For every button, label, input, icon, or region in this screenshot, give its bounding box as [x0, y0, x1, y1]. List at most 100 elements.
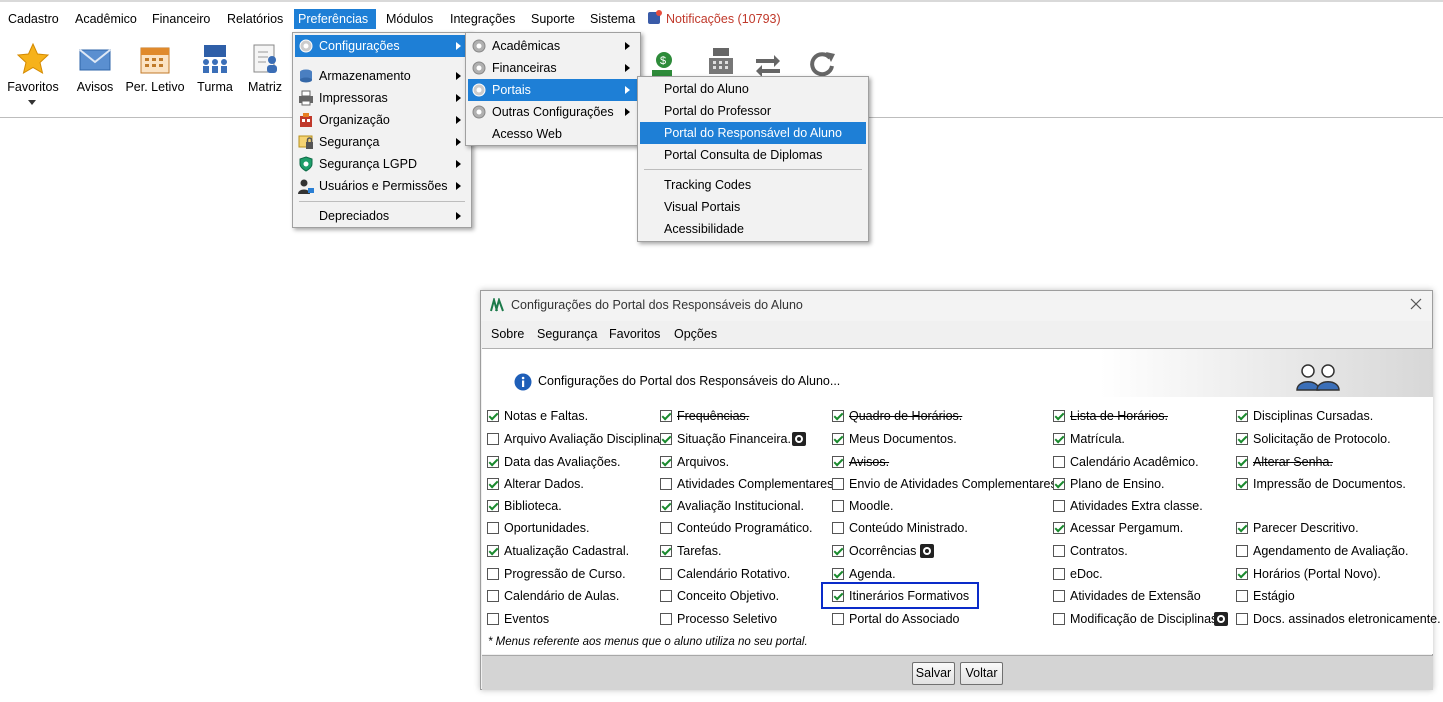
- checkbox-checked-icon[interactable]: [832, 568, 844, 580]
- menu-item-visual-portais[interactable]: Visual Portais: [640, 196, 866, 218]
- option-checkbox[interactable]: Atividades Complementares.: [660, 475, 837, 493]
- option-checkbox[interactable]: Docs. assinados eletronicamente.: [1236, 610, 1441, 628]
- option-checkbox[interactable]: Agendamento de Avaliação.: [1236, 542, 1408, 560]
- checkbox-unchecked-icon[interactable]: [487, 590, 499, 602]
- checkbox-checked-icon[interactable]: [832, 456, 844, 468]
- dialog-menu-sobre[interactable]: Sobre: [491, 327, 524, 341]
- option-checkbox[interactable]: Plano de Ensino.: [1053, 475, 1165, 493]
- checkbox-unchecked-icon[interactable]: [1053, 590, 1065, 602]
- transfer-arrows-icon[interactable]: [754, 52, 782, 77]
- menu-item-seguranca[interactable]: Segurança: [295, 131, 469, 153]
- menu-item-portal-aluno[interactable]: Portal do Aluno: [640, 78, 866, 100]
- option-checkbox[interactable]: Horários (Portal Novo).: [1236, 565, 1381, 583]
- option-checkbox[interactable]: Atividades Extra classe.: [1053, 497, 1203, 515]
- option-checkbox[interactable]: Atividades de Extensão: [1053, 587, 1201, 605]
- dialog-menu-opcoes[interactable]: Opções: [674, 327, 717, 341]
- menu-item-usuarios-permissoes[interactable]: Usuários e Permissões: [295, 175, 469, 197]
- option-checkbox[interactable]: Lista de Horários.: [1053, 407, 1168, 425]
- checkbox-checked-icon[interactable]: [660, 545, 672, 557]
- option-checkbox[interactable]: Oportunidades.: [487, 519, 589, 537]
- option-checkbox[interactable]: Quadro de Horários.: [832, 407, 962, 425]
- option-checkbox[interactable]: Calendário Acadêmico.: [1053, 453, 1199, 471]
- option-checkbox[interactable]: eDoc.: [1053, 565, 1103, 583]
- checkbox-checked-icon[interactable]: [1236, 478, 1248, 490]
- option-checkbox[interactable]: Processo Seletivo: [660, 610, 777, 628]
- favoritos-button[interactable]: Favoritos: [6, 42, 60, 109]
- gear-icon[interactable]: [920, 544, 934, 558]
- checkbox-unchecked-icon[interactable]: [1053, 613, 1065, 625]
- option-checkbox[interactable]: Eventos: [487, 610, 549, 628]
- checkbox-unchecked-icon[interactable]: [1236, 545, 1248, 557]
- menu-item-outras-configuracoes[interactable]: Outras Configurações: [468, 101, 638, 123]
- back-button[interactable]: Voltar: [960, 662, 1003, 685]
- notifications-link[interactable]: Notificações (10793): [648, 10, 781, 27]
- gear-icon[interactable]: [1214, 612, 1228, 626]
- checkbox-unchecked-icon[interactable]: [1236, 590, 1248, 602]
- menu-item-impressoras[interactable]: Impressoras: [295, 87, 469, 109]
- checkbox-checked-icon[interactable]: [660, 500, 672, 512]
- option-checkbox[interactable]: Agenda.: [832, 565, 896, 583]
- checkbox-checked-icon[interactable]: [832, 410, 844, 422]
- option-checkbox[interactable]: Disciplinas Cursadas.: [1236, 407, 1373, 425]
- checkbox-checked-icon[interactable]: [660, 456, 672, 468]
- menu-modulos[interactable]: Módulos: [382, 9, 437, 29]
- checkbox-unchecked-icon[interactable]: [832, 500, 844, 512]
- checkbox-checked-icon[interactable]: [1236, 410, 1248, 422]
- option-checkbox[interactable]: Frequências.: [660, 407, 749, 425]
- checkbox-unchecked-icon[interactable]: [660, 590, 672, 602]
- checkbox-unchecked-icon[interactable]: [487, 568, 499, 580]
- option-checkbox[interactable]: Notas e Faltas.: [487, 407, 588, 425]
- checkbox-unchecked-icon[interactable]: [487, 522, 499, 534]
- option-checkbox[interactable]: Moodle.: [832, 497, 893, 515]
- menu-item-portais[interactable]: Portais: [468, 79, 638, 101]
- checkbox-checked-icon[interactable]: [487, 545, 499, 557]
- menu-cadastro[interactable]: Cadastro: [4, 9, 63, 29]
- option-checkbox[interactable]: Alterar Senha.: [1236, 453, 1333, 471]
- checkbox-checked-icon[interactable]: [1053, 410, 1065, 422]
- save-button[interactable]: Salvar: [912, 662, 955, 685]
- dialog-menu-seguranca[interactable]: Segurança: [537, 327, 597, 341]
- option-checkbox[interactable]: Matrícula.: [1053, 430, 1125, 448]
- checkbox-checked-icon[interactable]: [487, 410, 499, 422]
- checkbox-checked-icon[interactable]: [832, 433, 844, 445]
- turma-button[interactable]: Turma: [194, 42, 236, 94]
- checkbox-checked-icon[interactable]: [487, 500, 499, 512]
- option-checkbox[interactable]: Situação Financeira.: [660, 430, 791, 448]
- menu-academico[interactable]: Acadêmico: [71, 9, 141, 29]
- menu-item-portal-diplomas[interactable]: Portal Consulta de Diplomas: [640, 144, 866, 166]
- option-checkbox[interactable]: Avisos.: [832, 453, 889, 471]
- option-checkbox[interactable]: Conteúdo Programático.: [660, 519, 813, 537]
- checkbox-unchecked-icon[interactable]: [1053, 568, 1065, 580]
- option-checkbox[interactable]: Arquivo Avaliação Disciplina.: [487, 430, 664, 448]
- option-checkbox[interactable]: Estágio: [1236, 587, 1295, 605]
- checkbox-checked-icon[interactable]: [1236, 456, 1248, 468]
- option-checkbox[interactable]: Parecer Descritivo.: [1236, 519, 1359, 537]
- option-checkbox[interactable]: Solicitação de Protocolo.: [1236, 430, 1391, 448]
- checkbox-checked-icon[interactable]: [660, 433, 672, 445]
- checkbox-checked-icon[interactable]: [1236, 568, 1248, 580]
- option-checkbox[interactable]: Modificação de Disciplinas: [1053, 610, 1217, 628]
- checkbox-unchecked-icon[interactable]: [1053, 545, 1065, 557]
- checkbox-unchecked-icon[interactable]: [832, 613, 844, 625]
- checkbox-unchecked-icon[interactable]: [1236, 613, 1248, 625]
- option-checkbox[interactable]: Meus Documentos.: [832, 430, 957, 448]
- cash-register-icon[interactable]: [705, 46, 737, 78]
- option-checkbox[interactable]: Calendário Rotativo.: [660, 565, 790, 583]
- checkbox-unchecked-icon[interactable]: [832, 478, 844, 490]
- checkbox-checked-icon[interactable]: [1236, 433, 1248, 445]
- menu-preferencias[interactable]: Preferências: [294, 9, 376, 29]
- menu-item-acesso-web[interactable]: Acesso Web: [468, 123, 638, 145]
- menu-financeiro[interactable]: Financeiro: [148, 9, 214, 29]
- menu-item-organizacao[interactable]: Organização: [295, 109, 469, 131]
- checkbox-unchecked-icon[interactable]: [660, 568, 672, 580]
- option-checkbox[interactable]: Conceito Objetivo.: [660, 587, 779, 605]
- checkbox-unchecked-icon[interactable]: [1053, 500, 1065, 512]
- checkbox-checked-icon[interactable]: [660, 410, 672, 422]
- option-checkbox[interactable]: Avaliação Institucional.: [660, 497, 804, 515]
- refresh-icon[interactable]: [808, 50, 836, 78]
- checkbox-checked-icon[interactable]: [832, 545, 844, 557]
- checkbox-unchecked-icon[interactable]: [832, 522, 844, 534]
- per-letivo-button[interactable]: Per. Letivo: [124, 42, 186, 94]
- menu-item-academicas[interactable]: Acadêmicas: [468, 35, 638, 57]
- menu-item-configuracoes[interactable]: Configurações: [295, 35, 469, 57]
